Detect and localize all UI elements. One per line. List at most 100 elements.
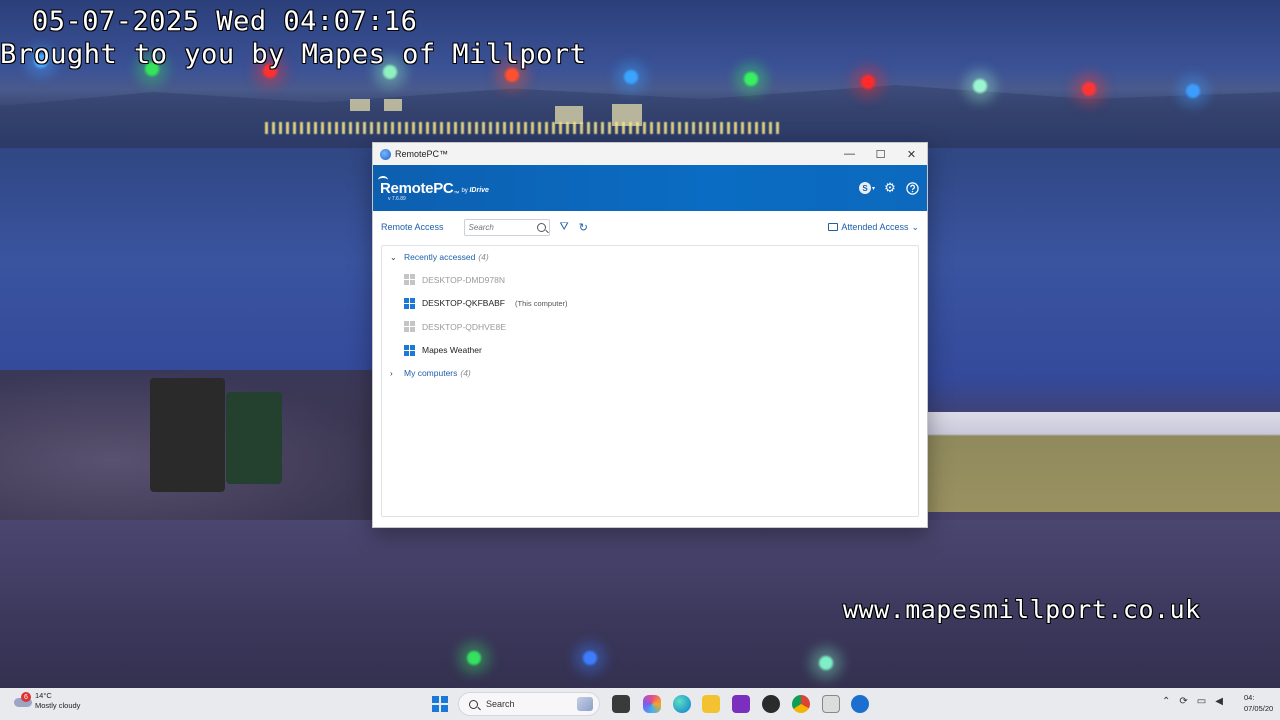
task-view-icon[interactable] xyxy=(612,695,630,713)
search-highlight-icon xyxy=(577,697,593,711)
building xyxy=(384,99,402,111)
clock-date: 07/05/20 xyxy=(1244,704,1274,713)
light-bulb xyxy=(973,79,987,93)
litter-bin xyxy=(226,392,282,484)
taskbar: 6 14°C Mostly cloudy Search ⌃ ⟳ ▭ ◀ 04: … xyxy=(0,688,1280,720)
remotepc-logo: RemotePC ™ by IDrive v 7.6.89 xyxy=(378,175,489,202)
logo-brand: RemotePC xyxy=(380,179,454,197)
windows-icon xyxy=(404,321,415,333)
chevron-right-icon: › xyxy=(390,368,393,378)
gear-icon[interactable]: ⚙ xyxy=(883,180,897,195)
computer-row[interactable]: Mapes Weather xyxy=(382,339,918,363)
windows-icon xyxy=(404,344,415,356)
computer-name: Mapes Weather xyxy=(422,345,482,356)
computer-name: DESKTOP-QDHVE8E xyxy=(422,321,506,332)
this-computer-tag: (This computer) xyxy=(514,298,568,308)
light-bulb xyxy=(624,70,638,84)
filter-icon[interactable]: ⛛ xyxy=(560,221,569,234)
weather-desc: Mostly cloudy xyxy=(35,701,81,710)
search-icon[interactable] xyxy=(536,222,546,232)
window-title: RemotePC™ xyxy=(395,149,449,159)
cloud-icon: 6 xyxy=(12,692,34,709)
logo-idrive: IDrive xyxy=(469,186,489,194)
chevron-up-icon[interactable]: ⌃ xyxy=(1162,696,1170,707)
search-icon xyxy=(469,699,478,709)
search-input[interactable] xyxy=(468,222,535,232)
building xyxy=(350,99,370,111)
group-label: My computers xyxy=(404,368,458,378)
chevron-down-icon: ▾ xyxy=(871,185,875,192)
camera-url: www.mapesmillport.co.uk xyxy=(843,595,1201,624)
computer-row[interactable]: DESKTOP-QKFBABF (This computer) xyxy=(382,292,918,316)
taskbar-clock[interactable]: 04: 07/05/20 xyxy=(1244,692,1273,714)
group-count: (4) xyxy=(478,252,489,262)
chevron-down-icon: ⌄ xyxy=(390,252,397,262)
weather-widget[interactable]: 6 14°C Mostly cloudy xyxy=(12,691,80,711)
group-count: (4) xyxy=(460,368,471,378)
obs-icon[interactable] xyxy=(762,695,780,713)
light-bulb xyxy=(744,72,758,86)
tab-remote-access[interactable]: Remote Access xyxy=(381,222,444,232)
camera-credit: Brought to you by Mapes of Millport xyxy=(0,39,587,70)
light-bulb xyxy=(1186,84,1200,98)
attended-access-button[interactable]: Attended Access ⌄ xyxy=(828,222,919,233)
light-bulb xyxy=(1082,82,1096,96)
camera-timestamp: 05-07-2025 Wed 04:07:16 xyxy=(32,6,418,37)
toolbar: Remote Access ⛛ ↻ Attended Access ⌄ xyxy=(373,211,927,243)
logo-tm: ™ xyxy=(453,190,460,197)
windows-icon xyxy=(404,297,415,309)
light-bulb xyxy=(861,75,875,89)
remotepc-app-icon xyxy=(380,148,391,160)
computer-name: DESKTOP-DMD978N xyxy=(422,274,505,285)
monitor-icon xyxy=(828,223,839,231)
light-reflection xyxy=(583,651,597,665)
account-avatar: S xyxy=(858,182,871,194)
computer-row[interactable]: DESKTOP-QDHVE8E xyxy=(382,315,918,339)
group-label: Recently accessed xyxy=(404,252,476,262)
help-icon[interactable] xyxy=(905,181,919,195)
remotepc-taskbar-icon[interactable] xyxy=(851,695,869,713)
attended-access-label: Attended Access xyxy=(841,222,909,232)
light-bulb xyxy=(505,68,519,82)
chevron-down-icon: ⌄ xyxy=(911,221,919,232)
minimize-button[interactable]: — xyxy=(834,143,865,165)
chrome-icon[interactable] xyxy=(792,695,810,713)
app-window-icon[interactable] xyxy=(822,695,840,713)
file-explorer-icon[interactable] xyxy=(702,695,720,713)
computer-list: ⌄ Recently accessed (4) DESKTOP-DMD978N … xyxy=(381,245,919,517)
weather-temp: 14°C xyxy=(35,691,52,700)
edge-icon[interactable] xyxy=(673,695,691,713)
windows-icon xyxy=(404,274,415,286)
app-version: v 7.6.89 xyxy=(388,195,406,202)
clock-time: 04: xyxy=(1244,693,1255,702)
system-tray: ⌃ ⟳ ▭ ◀ xyxy=(1162,696,1223,707)
light-reflection xyxy=(467,651,481,665)
close-button[interactable]: ✕ xyxy=(896,143,927,165)
sync-icon[interactable]: ⟳ xyxy=(1179,696,1187,707)
logo-by: by xyxy=(461,187,468,194)
light-reflection xyxy=(819,656,833,670)
maximize-button[interactable]: ☐ xyxy=(865,143,896,165)
twitch-icon[interactable] xyxy=(732,695,750,713)
app-header: RemotePC ™ by IDrive v 7.6.89 S ▾ ⚙ xyxy=(373,165,927,211)
copilot-icon[interactable] xyxy=(643,695,661,713)
sea-wall xyxy=(928,412,1280,512)
computer-row[interactable]: DESKTOP-DMD978N xyxy=(382,268,918,292)
start-button[interactable] xyxy=(432,696,448,712)
search-box[interactable] xyxy=(463,218,550,236)
network-icon[interactable]: ▭ xyxy=(1197,696,1206,707)
refresh-icon[interactable]: ↻ xyxy=(579,221,588,234)
shore-lights xyxy=(265,122,780,134)
group-my-computers[interactable]: › My computers (4) xyxy=(382,362,918,384)
remotepc-window: RemotePC™ — ☐ ✕ RemotePC ™ by IDrive v 7… xyxy=(372,142,928,528)
weather-badge: 6 xyxy=(21,692,31,702)
taskbar-search-label: Search xyxy=(486,699,515,709)
litter-bin xyxy=(150,378,225,492)
account-menu[interactable]: S ▾ xyxy=(858,182,875,194)
group-recently-accessed[interactable]: ⌄ Recently accessed (4) xyxy=(382,246,918,268)
volume-icon[interactable]: ◀ xyxy=(1215,696,1223,707)
taskbar-search[interactable]: Search xyxy=(458,692,600,716)
logo-swoosh-icon xyxy=(378,175,388,184)
computer-name: DESKTOP-QKFBABF xyxy=(422,298,505,309)
window-titlebar[interactable]: RemotePC™ — ☐ ✕ xyxy=(373,143,927,165)
